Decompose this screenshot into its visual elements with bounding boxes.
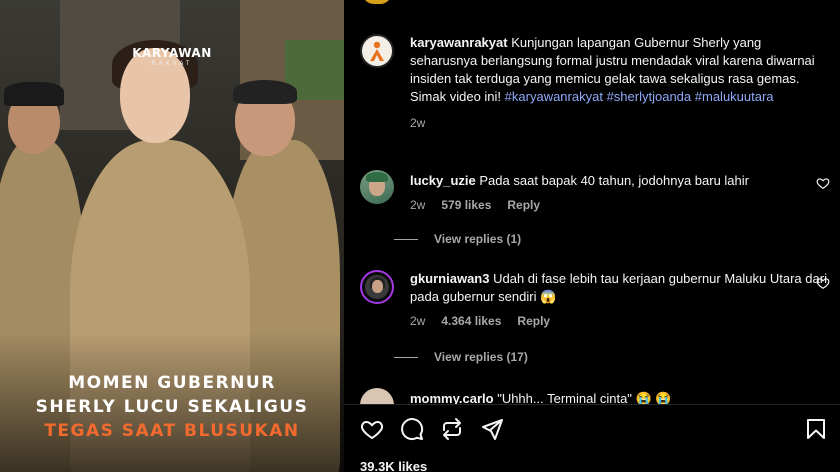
caption-time: 2w (410, 116, 426, 130)
comment-body: Pada saat bapak 40 tahun, jodohnya baru … (479, 173, 749, 188)
heart-outline-icon[interactable] (816, 276, 830, 290)
hashtag-link[interactable]: #karyawanrakyat (505, 89, 603, 104)
comment-text: gkurniawan3 Udah di fase lebih tau kerja… (410, 270, 830, 306)
comment-meta: 2w 579 likes Reply (410, 198, 830, 212)
caption-meta: 2w (410, 116, 830, 130)
heart-icon[interactable] (360, 417, 384, 441)
likes-count[interactable]: 39.3K likes (360, 459, 427, 472)
video-caption-line-3: TEGAS SAAT BLUSUKAN (44, 421, 300, 441)
karyawanrakyat-logo-icon (370, 41, 384, 61)
video-caption-line-2: SHERLY LUCU SEKALIGUS (35, 397, 309, 417)
action-bar: 39.3K likes (344, 404, 840, 472)
comment-time: 2w (410, 198, 426, 212)
reply-button[interactable]: Reply (507, 198, 540, 212)
comment-username[interactable]: lucky_uzie (410, 173, 476, 188)
comment-likes[interactable]: 579 likes (441, 198, 491, 212)
person-right-hair (233, 80, 297, 104)
avatar[interactable] (360, 170, 394, 204)
post-media[interactable]: KARYAWAN RAKYAT MOMEN GUBERNUR SHERLY LU… (0, 0, 344, 472)
comment-emoji: 😱 (540, 289, 557, 304)
replies-divider (394, 238, 418, 240)
hashtag-link[interactable]: #sherlytjoanda (607, 89, 692, 104)
brand-watermark: KARYAWAN RAKYAT (128, 46, 216, 67)
comment-item: gkurniawan3 Udah di fase lebih tau kerja… (360, 270, 830, 328)
comment-time: 2w (410, 314, 426, 328)
repost-icon[interactable] (440, 417, 464, 441)
reply-button[interactable]: Reply (517, 314, 550, 328)
comment-icon[interactable] (400, 417, 424, 441)
comment-likes[interactable]: 4.364 likes (441, 314, 501, 328)
hashtag-link[interactable]: #malukuutara (695, 89, 774, 104)
caption-text: karyawanrakyat Kunjungan lapangan Gubern… (410, 34, 830, 106)
view-replies-button[interactable]: View replies (17) (394, 350, 528, 364)
view-replies-label: View replies (1) (434, 232, 522, 246)
comment-meta: 2w 4.364 likes Reply (410, 314, 830, 328)
avatar-face (372, 280, 383, 293)
avatar[interactable] (360, 34, 394, 68)
person-left-cap (4, 82, 64, 106)
brand-subtitle: RAKYAT (151, 61, 193, 67)
view-replies-label: View replies (17) (434, 350, 528, 364)
avatar-hat (366, 172, 388, 182)
heart-outline-icon[interactable] (816, 176, 830, 190)
caption-username[interactable]: karyawanrakyat (410, 35, 508, 50)
comment-username[interactable]: gkurniawan3 (410, 271, 489, 286)
view-replies-button[interactable]: View replies (1) (394, 232, 521, 246)
share-icon[interactable] (480, 417, 504, 441)
comment-text: lucky_uzie Pada saat bapak 40 tahun, jod… (410, 172, 830, 190)
comment-item: lucky_uzie Pada saat bapak 40 tahun, jod… (360, 170, 830, 212)
post-caption: karyawanrakyat Kunjungan lapangan Gubern… (360, 34, 830, 130)
video-caption-line-1: MOMEN GUBERNUR (68, 373, 276, 393)
bookmark-icon[interactable] (804, 417, 828, 441)
brand-name: KARYAWAN (132, 46, 212, 60)
avatar[interactable] (360, 270, 394, 304)
scrolled-avatar-fragment (362, 0, 392, 4)
replies-divider (394, 356, 418, 358)
comments-panel[interactable]: karyawanrakyat Kunjungan lapangan Gubern… (344, 0, 840, 472)
